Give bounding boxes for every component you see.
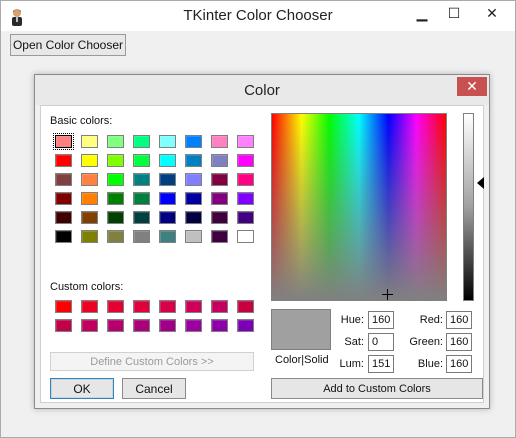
dialog-title-bar[interactable]: Color ✕	[35, 75, 489, 105]
basic-color-swatch[interactable]	[185, 230, 202, 243]
basic-color-swatch[interactable]	[237, 192, 254, 205]
hue-label: Hue:	[340, 314, 364, 326]
custom-color-swatch[interactable]	[55, 300, 72, 313]
basic-color-swatch[interactable]	[237, 154, 254, 167]
green-field[interactable]: 160	[446, 333, 472, 351]
basic-color-swatch[interactable]	[81, 154, 98, 167]
basic-color-swatch[interactable]	[107, 135, 124, 148]
hue-field[interactable]: 160	[368, 311, 394, 329]
red-label: Red:	[419, 314, 443, 326]
basic-color-swatch[interactable]	[211, 211, 228, 224]
basic-color-swatch[interactable]	[211, 154, 228, 167]
lum-field[interactable]: 151	[368, 355, 394, 373]
basic-color-swatch[interactable]	[53, 133, 74, 150]
ok-button[interactable]: OK	[50, 378, 114, 399]
add-to-custom-colors-button[interactable]: Add to Custom Colors	[271, 378, 483, 399]
define-custom-colors-button: Define Custom Colors >>	[50, 352, 254, 371]
basic-color-swatch[interactable]	[81, 192, 98, 205]
basic-color-swatch[interactable]	[185, 192, 202, 205]
basic-color-swatch[interactable]	[237, 173, 254, 186]
custom-color-swatch[interactable]	[185, 319, 202, 332]
basic-color-swatch[interactable]	[159, 135, 176, 148]
basic-color-swatch[interactable]	[237, 211, 254, 224]
basic-color-swatch[interactable]	[211, 173, 228, 186]
dialog-body: Basic colors: Custom colors: Define Cust…	[40, 105, 484, 403]
basic-color-swatch[interactable]	[185, 135, 202, 148]
custom-color-swatch[interactable]	[133, 300, 150, 313]
basic-color-swatch[interactable]	[133, 135, 150, 148]
basic-color-swatch[interactable]	[133, 230, 150, 243]
basic-color-swatch[interactable]	[133, 173, 150, 186]
sat-label: Sat:	[344, 336, 364, 348]
basic-color-swatch[interactable]	[133, 154, 150, 167]
custom-color-swatch[interactable]	[159, 300, 176, 313]
basic-color-swatch[interactable]	[211, 230, 228, 243]
basic-color-swatch[interactable]	[211, 135, 228, 148]
custom-color-swatch[interactable]	[211, 319, 228, 332]
basic-color-swatch[interactable]	[55, 211, 72, 224]
basic-color-swatch[interactable]	[211, 192, 228, 205]
lum-label: Lum:	[339, 358, 364, 370]
luminosity-arrow-icon[interactable]	[477, 177, 484, 189]
custom-color-swatch[interactable]	[133, 319, 150, 332]
green-label: Green:	[409, 336, 443, 348]
basic-color-swatch[interactable]	[107, 192, 124, 205]
main-window: TKinter Color Chooser ▁ ☐ ✕ Open Color C…	[0, 0, 516, 438]
basic-color-swatch[interactable]	[159, 154, 176, 167]
basic-color-swatch[interactable]	[133, 211, 150, 224]
custom-color-swatch[interactable]	[159, 319, 176, 332]
basic-color-swatch[interactable]	[81, 173, 98, 186]
basic-color-swatch[interactable]	[107, 230, 124, 243]
custom-color-swatch[interactable]	[237, 319, 254, 332]
basic-color-swatch[interactable]	[107, 173, 124, 186]
basic-color-swatch[interactable]	[55, 154, 72, 167]
basic-color-swatch[interactable]	[159, 211, 176, 224]
custom-color-swatch[interactable]	[81, 300, 98, 313]
custom-colors-label: Custom colors:	[50, 281, 124, 293]
basic-color-swatch[interactable]	[133, 192, 150, 205]
basic-color-swatch[interactable]	[159, 230, 176, 243]
basic-color-swatch[interactable]	[159, 192, 176, 205]
custom-color-swatch[interactable]	[81, 319, 98, 332]
basic-color-swatch[interactable]	[81, 230, 98, 243]
custom-color-swatch[interactable]	[107, 300, 124, 313]
basic-color-swatch[interactable]	[159, 173, 176, 186]
maximize-icon[interactable]: ☐	[437, 3, 471, 25]
basic-color-swatch[interactable]	[185, 173, 202, 186]
color-preview	[271, 309, 331, 350]
dialog-title: Color	[244, 82, 280, 99]
color-dialog: Color ✕ Basic colors: Custom colors: Def…	[34, 74, 490, 409]
basic-color-swatch[interactable]	[81, 211, 98, 224]
color-spectrum[interactable]	[271, 113, 447, 301]
blue-label: Blue:	[417, 358, 443, 370]
custom-color-swatch[interactable]	[107, 319, 124, 332]
basic-color-swatch[interactable]	[107, 154, 124, 167]
basic-color-swatch[interactable]	[237, 230, 254, 243]
basic-color-swatch[interactable]	[55, 192, 72, 205]
red-field[interactable]: 160	[446, 311, 472, 329]
basic-color-swatch[interactable]	[107, 211, 124, 224]
custom-color-swatch[interactable]	[185, 300, 202, 313]
basic-color-swatch[interactable]	[55, 173, 72, 186]
title-bar[interactable]: TKinter Color Chooser ▁ ☐ ✕	[1, 1, 515, 31]
luminosity-slider[interactable]	[463, 113, 474, 301]
close-icon[interactable]: ✕	[475, 3, 509, 25]
basic-color-swatch[interactable]	[81, 135, 98, 148]
open-color-chooser-button[interactable]: Open Color Chooser	[10, 34, 126, 56]
cancel-button[interactable]: Cancel	[122, 378, 186, 399]
custom-color-swatch[interactable]	[55, 319, 72, 332]
custom-color-swatch[interactable]	[211, 300, 228, 313]
blue-field[interactable]: 160	[446, 355, 472, 373]
custom-color-swatch[interactable]	[237, 300, 254, 313]
sat-field[interactable]: 0	[368, 333, 394, 351]
spectrum-crosshair[interactable]	[382, 289, 393, 300]
basic-colors-label: Basic colors:	[50, 115, 113, 127]
basic-color-swatch[interactable]	[185, 211, 202, 224]
color-solid-label: Color|Solid	[275, 354, 329, 366]
minimize-icon[interactable]: ▁	[405, 3, 439, 25]
basic-color-swatch[interactable]	[55, 230, 72, 243]
dialog-close-icon[interactable]: ✕	[457, 77, 487, 96]
basic-color-swatch[interactable]	[237, 135, 254, 148]
basic-color-swatch[interactable]	[185, 154, 202, 167]
